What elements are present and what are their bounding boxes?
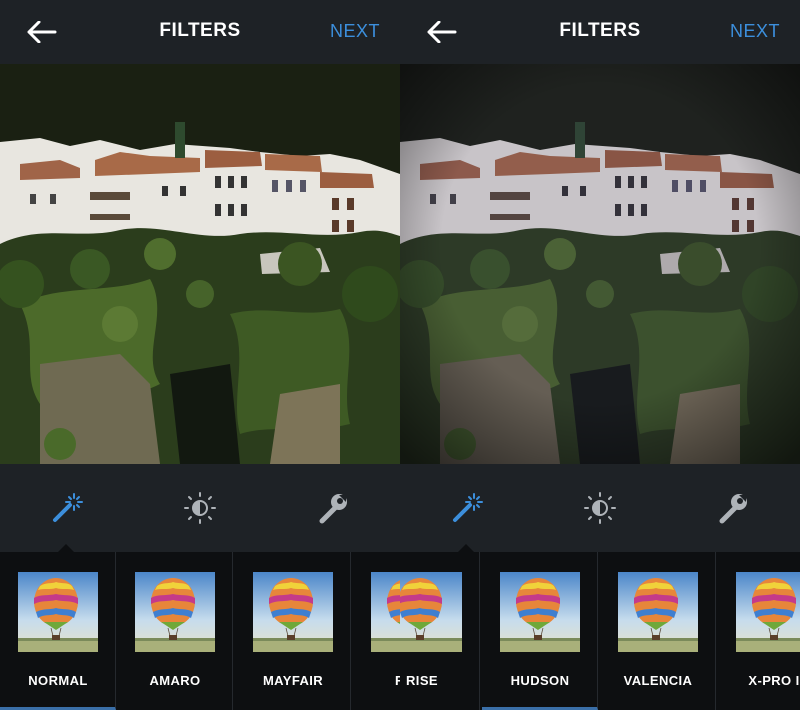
back-arrow-icon: [427, 21, 457, 43]
magic-wand-icon: [453, 493, 483, 522]
tab-lux[interactable]: [180, 488, 220, 528]
filter-thumbnail: [135, 572, 215, 652]
filter-label: VALENCIA: [623, 673, 693, 688]
next-button[interactable]: NEXT: [730, 21, 780, 42]
filter-label: AMARO: [149, 673, 201, 688]
filter-x-pro-ii[interactable]: X-PRO II: [718, 552, 800, 710]
filter-label: MAYFAIR: [262, 673, 324, 688]
filter-label: HUDSON: [510, 673, 570, 688]
back-button[interactable]: [22, 16, 62, 48]
filter-label: RISE: [406, 673, 438, 688]
filter-rise[interactable]: RISE: [400, 552, 480, 710]
filter-strip: NORMAL AMARO MAYFAIR RISE: [0, 552, 400, 710]
filter-normal[interactable]: NORMAL: [0, 552, 116, 710]
filter-valencia[interactable]: VALENCIA: [600, 552, 716, 710]
filter-thumbnail: [371, 572, 400, 652]
filter-thumbnail: [18, 572, 98, 652]
header-bar: FILTERS NEXT: [0, 0, 400, 64]
next-button[interactable]: NEXT: [330, 21, 380, 42]
tab-lux[interactable]: [580, 488, 620, 528]
back-arrow-icon: [27, 21, 57, 43]
filter-amaro[interactable]: AMARO: [117, 552, 233, 710]
left-screen: FILTERS NEXT NORMAL AMARO MAYFAIR: [0, 0, 400, 710]
filter-thumbnail: [618, 572, 698, 652]
tab-filter[interactable]: [447, 488, 487, 528]
right-screen: FILTERS NEXT RISE HUDSON VALENCIA X-PRO …: [400, 0, 800, 710]
filter-label: X-PRO II: [748, 673, 800, 688]
brightness-icon: [584, 492, 616, 524]
filter-thumbnail: [500, 572, 580, 652]
tool-bar: [400, 464, 800, 552]
tab-edit[interactable]: [313, 488, 353, 528]
filter-rise[interactable]: RISE: [353, 552, 400, 710]
tab-filter[interactable]: [47, 488, 87, 528]
active-tab-pointer: [458, 544, 474, 552]
back-button[interactable]: [422, 16, 462, 48]
tool-bar: [0, 464, 400, 552]
filter-thumbnail: [253, 572, 333, 652]
filter-strip: RISE HUDSON VALENCIA X-PRO II: [400, 552, 800, 710]
filter-label: RISE: [353, 673, 400, 688]
wrench-icon: [319, 494, 347, 524]
wrench-icon: [719, 494, 747, 524]
brightness-icon: [184, 492, 216, 524]
filter-label: NORMAL: [28, 673, 88, 688]
tab-edit[interactable]: [713, 488, 753, 528]
photo-preview[interactable]: [0, 64, 400, 464]
filter-thumbnail: [736, 572, 800, 652]
header-bar: FILTERS NEXT: [400, 0, 800, 64]
filter-mayfair[interactable]: MAYFAIR: [235, 552, 351, 710]
filter-thumbnail: [400, 572, 462, 652]
magic-wand-icon: [53, 493, 83, 522]
filter-hudson[interactable]: HUDSON: [482, 552, 598, 710]
active-tab-pointer: [58, 544, 74, 552]
photo-preview[interactable]: [400, 64, 800, 464]
